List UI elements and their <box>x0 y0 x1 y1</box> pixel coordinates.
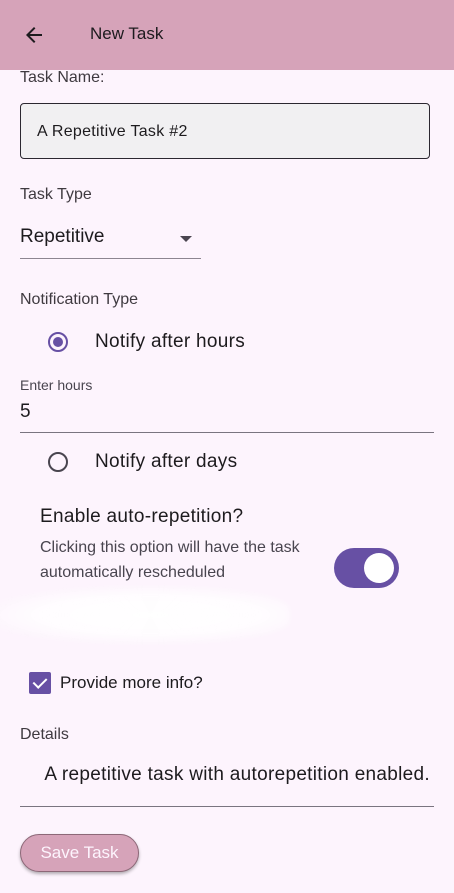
notification-type-label: Notification Type <box>20 291 138 308</box>
save-task-button[interactable]: Save Task <box>20 834 139 872</box>
radio-selected-icon[interactable] <box>48 332 68 352</box>
task-type-value: Repetitive <box>20 226 105 247</box>
app-bar: New Task <box>0 0 454 70</box>
task-type-dropdown[interactable]: Repetitive <box>20 222 201 259</box>
toggle-knob <box>364 553 394 583</box>
details-input[interactable]: A repetitive task with autorepetition en… <box>44 764 430 786</box>
task-type-label: Task Type <box>20 186 92 203</box>
task-name-field[interactable] <box>20 103 430 160</box>
auto-repetition-toggle[interactable] <box>334 548 399 588</box>
caret-down-icon <box>180 236 192 242</box>
arrow-left-icon <box>26 27 42 43</box>
details-label: Details <box>20 726 69 743</box>
new-task-screen: New Task Task Name: Task Type Repetitive… <box>0 0 454 893</box>
details-field[interactable]: A repetitive task with autorepetition en… <box>20 752 434 807</box>
task-name-label: Task Name: <box>20 69 105 86</box>
more-info-label: Provide more info? <box>60 673 203 692</box>
hours-label: Enter hours <box>20 377 93 393</box>
radio-notify-days[interactable]: Notify after days <box>48 448 237 476</box>
auto-repetition-subtitle: Clicking this option will have the task … <box>40 539 300 581</box>
auto-repetition-title: Enable auto-repetition? <box>40 506 244 527</box>
radio-unselected-icon[interactable] <box>48 452 68 472</box>
smudge-overlay <box>0 585 290 645</box>
page-title: New Task <box>90 24 164 43</box>
hours-field[interactable]: Enter hours <box>20 375 434 433</box>
more-info-checkbox-row[interactable]: Provide more info? <box>29 671 203 695</box>
back-button[interactable] <box>16 17 52 53</box>
hours-input[interactable] <box>20 399 400 425</box>
radio-notify-hours-label: Notify after hours <box>95 331 246 352</box>
radio-notify-hours[interactable]: Notify after hours <box>48 328 245 356</box>
task-name-input[interactable] <box>35 104 419 160</box>
checkbox-checked-icon[interactable] <box>29 672 51 694</box>
radio-notify-days-label: Notify after days <box>95 451 238 472</box>
